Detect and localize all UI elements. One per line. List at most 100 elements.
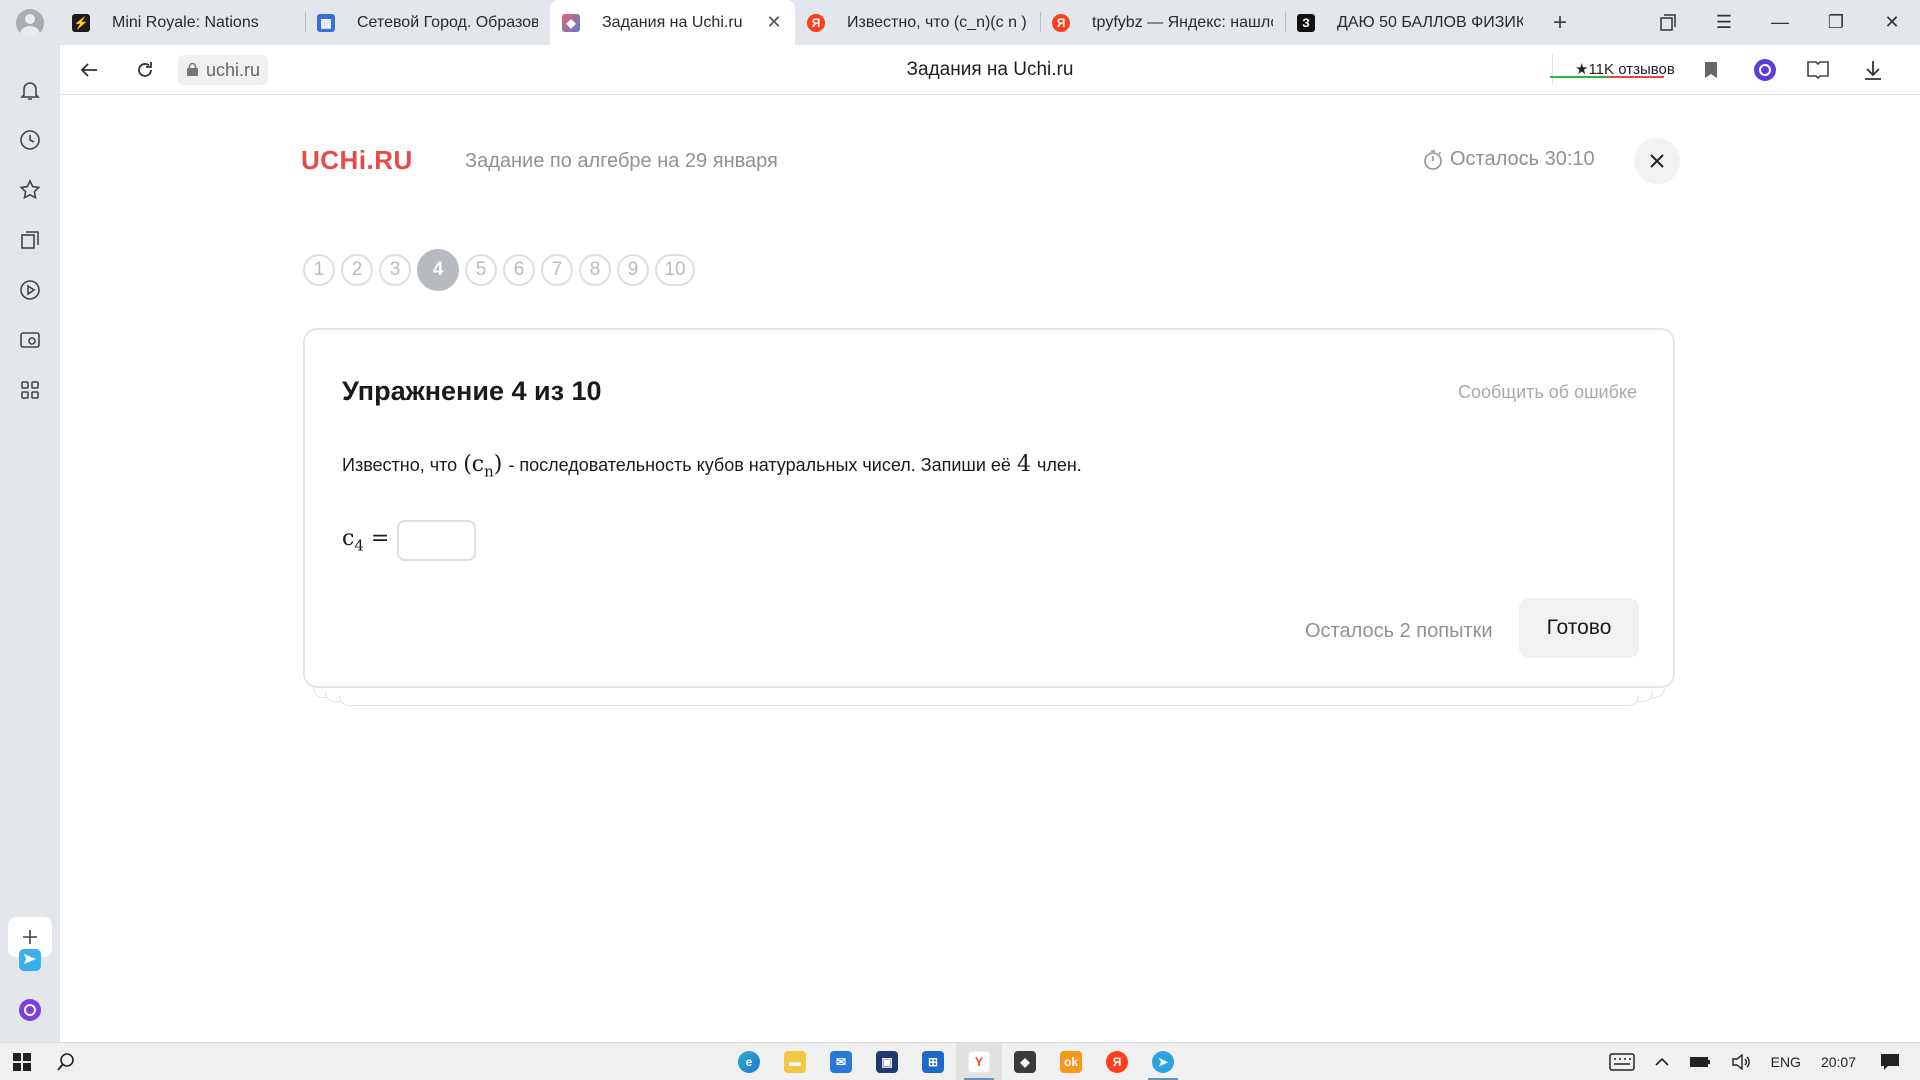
submit-button[interactable]: Готово — [1519, 598, 1639, 658]
language-indicator[interactable]: ENG — [1761, 1043, 1811, 1080]
tab-znanija[interactable]: З ДАЮ 50 БАЛЛОВ ФИЗИК — [1285, 0, 1535, 45]
messenger-icon[interactable] — [15, 945, 45, 975]
extension-icon[interactable] — [1752, 57, 1778, 83]
question-part: - последовательность кубов натуральных ч… — [508, 455, 1011, 475]
step-4-current[interactable]: 4 — [417, 249, 459, 291]
answer-input[interactable] — [397, 520, 477, 561]
download-icon[interactable] — [1860, 57, 1886, 83]
question-part: член. — [1036, 455, 1082, 475]
tab-yandex-search[interactable]: Я tpyfybz — Яндекс: нашло — [1040, 0, 1285, 45]
telegram-icon[interactable]: ➤ — [1140, 1043, 1186, 1080]
tab-title: ДАЮ 50 БАЛЛОВ ФИЗИК — [1337, 13, 1523, 31]
yandex-browser-icon[interactable]: Y — [956, 1043, 1002, 1080]
windows-taskbar: e ▬ ✉ ▣ ⊞ Y ◆ ok Я ➤ ENG 20:07 — [0, 1042, 1920, 1080]
menu-icon[interactable]: ☰ — [1696, 0, 1752, 45]
step-2[interactable]: 2 — [341, 254, 373, 286]
reload-icon[interactable] — [132, 57, 158, 83]
answer-label: c4 = — [342, 526, 389, 554]
minimize-icon[interactable]: — — [1752, 0, 1808, 45]
tab-mini-royale[interactable]: ⚡ Mini Royale: Nations — [60, 0, 305, 45]
yandex-icon[interactable]: Я — [1094, 1043, 1140, 1080]
url-field[interactable]: uchi.ru — [178, 55, 269, 85]
step-3[interactable]: 3 — [379, 254, 411, 286]
timer: Осталось 30:10 — [1422, 148, 1595, 171]
step-1[interactable]: 1 — [303, 254, 335, 286]
search-icon[interactable] — [44, 1043, 88, 1080]
collections-icon[interactable] — [15, 225, 45, 255]
volume-icon[interactable] — [1721, 1043, 1761, 1080]
math-base: (c — [463, 452, 485, 477]
uchi-logo[interactable]: UCHi.RU — [301, 145, 413, 176]
exercise-card-wrap: Упражнение 4 из 10 Сообщить об ошибке Из… — [303, 328, 1675, 706]
play-circle-icon[interactable] — [15, 275, 45, 305]
uchi-icon: ◆ — [562, 13, 580, 32]
tab-close-icon[interactable]: ✕ — [765, 12, 783, 33]
address-bar: uchi.ru Задания на Uchi.ru ★11K отзывов — [60, 45, 1920, 95]
user-avatar-icon — [16, 8, 44, 37]
stopwatch-icon — [1424, 149, 1442, 170]
answer-label-eq: = — [370, 526, 390, 552]
clock[interactable]: 20:07 — [1811, 1043, 1866, 1080]
tab-uchi[interactable]: ◆ Задания на Uchi.ru ✕ — [550, 0, 795, 45]
file-explorer-icon[interactable]: ▬ — [772, 1043, 818, 1080]
bookmark-icon[interactable] — [1698, 57, 1724, 83]
grid-logo-icon: ▦ — [317, 13, 335, 32]
restore-icon[interactable]: ❐ — [1808, 0, 1864, 45]
battery-icon[interactable] — [1679, 1043, 1721, 1080]
cube-game-icon[interactable]: ◆ — [1002, 1043, 1048, 1080]
tab-title: Mini Royale: Nations — [112, 13, 259, 31]
question-part: Известно, что — [342, 455, 458, 475]
history-clock-icon[interactable] — [15, 125, 45, 155]
store-icon[interactable]: ▣ — [864, 1043, 910, 1080]
game-icon: ⚡ — [72, 13, 90, 32]
tab-title: Сетевой Город. Образова — [357, 13, 538, 31]
yandex-icon: Я — [807, 13, 825, 32]
answer-row: c4 = — [342, 520, 477, 561]
taskbar-apps: e ▬ ✉ ▣ ⊞ Y ◆ ok Я ➤ — [726, 1043, 1186, 1080]
yandex-icon: Я — [1052, 13, 1070, 32]
new-tab-button[interactable]: + — [1535, 0, 1585, 45]
mail-icon[interactable]: ✉ — [818, 1043, 864, 1080]
system-tray: ENG 20:07 — [1599, 1043, 1920, 1080]
keyboard-icon[interactable] — [1599, 1043, 1645, 1080]
alice-assistant-icon[interactable] — [15, 995, 45, 1025]
step-6[interactable]: 6 — [503, 254, 535, 286]
answer-label-base: c — [342, 526, 355, 552]
close-window-icon[interactable]: ✕ — [1864, 0, 1920, 45]
tab-yandex-question[interactable]: Я Известно, что (c_n)(c n ) - — [795, 0, 1040, 45]
reader-mode-icon[interactable] — [1805, 57, 1831, 83]
exercise-stepper: 1 2 3 4 5 6 7 8 9 10 — [303, 249, 701, 291]
url-text: uchi.ru — [206, 59, 261, 80]
profile-button[interactable] — [0, 0, 60, 45]
step-9[interactable]: 9 — [617, 254, 649, 286]
znanija-icon: З — [1297, 13, 1315, 32]
collections-icon[interactable] — [1640, 0, 1696, 45]
tab-setevoy-gorod[interactable]: ▦ Сетевой Город. Образова — [305, 0, 550, 45]
browser-sidebar — [0, 45, 60, 1042]
exercise-title: Упражнение 4 из 10 — [342, 376, 602, 406]
tab-strip: ⚡ Mini Royale: Nations ▦ Сетевой Город. … — [60, 0, 1640, 45]
browser-tab-bar: ⚡ Mini Royale: Nations ▦ Сетевой Город. … — [0, 0, 1920, 45]
step-7[interactable]: 7 — [541, 254, 573, 286]
step-5[interactable]: 5 — [465, 254, 497, 286]
back-arrow-icon[interactable] — [76, 57, 102, 83]
windows-store-icon[interactable]: ⊞ — [910, 1043, 956, 1080]
odnoklassniki-icon[interactable]: ok — [1048, 1043, 1094, 1080]
report-error-link[interactable]: Сообщить об ошибке — [1458, 382, 1637, 403]
edge-icon[interactable]: e — [726, 1043, 772, 1080]
windows-start-icon[interactable] — [0, 1043, 44, 1080]
screenshot-camera-icon[interactable] — [15, 325, 45, 355]
chevron-up-icon[interactable] — [1645, 1043, 1679, 1080]
notifications-icon[interactable] — [1866, 1043, 1920, 1080]
apps-grid-icon[interactable] — [15, 375, 45, 405]
step-10[interactable]: 10 — [655, 254, 695, 286]
math-paren: ) — [493, 452, 503, 477]
close-task-button[interactable] — [1634, 138, 1680, 184]
step-8[interactable]: 8 — [579, 254, 611, 286]
star-icon[interactable] — [15, 175, 45, 205]
answer-label-sub: 4 — [354, 536, 364, 555]
window-controls: ☰ — ❐ ✕ — [1640, 0, 1920, 45]
question-text: Известно, что (cn) - последовательность … — [342, 452, 1082, 480]
bell-icon[interactable] — [15, 75, 45, 105]
reviews-badge[interactable]: ★11K отзывов — [1552, 54, 1681, 84]
